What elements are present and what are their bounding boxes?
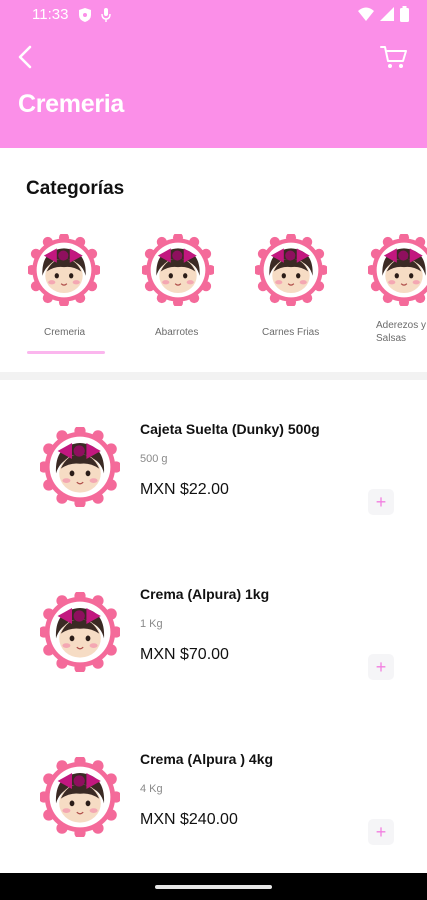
category-item-abarrotes[interactable]: Abarrotes [142,234,250,364]
category-logo [368,234,427,306]
wifi-icon [358,7,374,26]
mic-icon [101,8,111,27]
product-card[interactable]: Cajeta Suelta (Dunky) 500g 500 g MXN $22… [0,407,427,572]
plus-icon: + [375,657,387,677]
category-item-cremeria[interactable]: Cremeria [28,234,136,364]
category-item-carnes-frias[interactable]: Carnes Frias [255,234,363,364]
cart-button[interactable] [379,42,409,72]
product-image [40,592,120,672]
product-unit: 4 Kg [140,783,163,795]
category-logo [255,234,327,306]
add-to-cart-button[interactable]: + [368,489,394,515]
selected-category-indicator [27,351,105,354]
product-image [40,427,120,507]
product-name: Cajeta Suelta (Dunky) 500g [140,421,320,437]
add-to-cart-button[interactable]: + [368,654,394,680]
category-label: Abarrotes [155,327,199,338]
categories-title: Categorías [26,178,125,199]
product-unit: 1 Kg [140,618,163,630]
product-price: MXN $240.00 [140,811,238,828]
back-button[interactable] [12,42,40,72]
back-arrow-icon [12,45,40,76]
app-bar: 11:33 Cremeria [0,0,427,148]
shield-icon [79,8,91,27]
product-name: Crema (Alpura) 1kg [140,586,270,602]
category-label: Cremeria [44,327,86,338]
plus-icon: + [375,492,387,512]
status-right-icons [358,6,409,27]
category-logo [142,234,214,306]
status-time: 11:33 [32,6,69,23]
product-image [40,757,120,837]
product-price: MXN $22.00 [140,481,229,498]
plus-icon: + [375,822,387,842]
status-left-icons [79,8,111,27]
category-label: Aderezos y Salsas [376,320,427,344]
home-gesture-handle[interactable] [155,885,272,889]
category-label: Carnes Frias [262,327,320,338]
battery-icon [400,6,409,27]
page-title: Cremeria [18,90,124,118]
status-bar: 11:33 [0,0,427,30]
product-card[interactable]: Crema (Alpura) 1kg 1 Kg MXN $70.00 + [0,572,427,737]
system-navigation-bar [0,873,427,900]
add-to-cart-button[interactable]: + [368,819,394,845]
section-divider [0,372,427,380]
signal-icon [380,7,394,26]
product-name: Crema (Alpura ) 4kg [140,751,274,767]
category-item-aderezos-salsas[interactable]: Aderezos y Salsas [368,234,427,364]
categories-section: Categorías Cremeria Abarrotes Carnes Fri… [0,148,427,376]
product-unit: 500 g [140,453,168,465]
category-logo [28,234,100,306]
cart-icon [379,46,409,76]
product-price: MXN $70.00 [140,646,229,663]
